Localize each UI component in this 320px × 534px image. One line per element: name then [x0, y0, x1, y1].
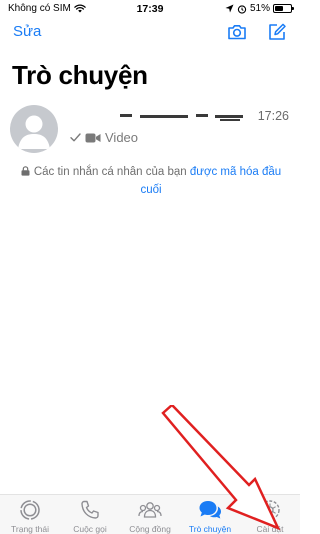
encryption-note: Các tin nhắn cá nhân của bạn được mã hóa…	[20, 163, 282, 199]
lock-icon	[21, 166, 30, 176]
chat-preview-text: Video	[105, 130, 139, 145]
status-bar: Không có SIM 17:39 51%	[0, 0, 300, 20]
battery-percent: 51%	[249, 3, 270, 14]
tab-status[interactable]: Trạng thái	[0, 495, 60, 534]
compose-icon[interactable]	[266, 21, 288, 43]
battery-fill	[275, 6, 283, 11]
phone-icon	[81, 500, 99, 519]
edit-button[interactable]: Sửa	[13, 23, 41, 40]
checkmark-icon	[70, 133, 81, 142]
default-avatar-icon	[18, 115, 50, 149]
page-title: Trò chuyện	[12, 60, 148, 90]
battery-icon	[273, 4, 294, 13]
chat-time: 17:26	[257, 109, 289, 123]
tab-calls-label: Cuộc gọi	[73, 524, 107, 534]
location-icon	[225, 4, 234, 13]
chat-name-redacted	[120, 114, 250, 122]
status-right: 51%	[225, 3, 294, 14]
tab-calls[interactable]: Cuộc gọi	[60, 495, 120, 534]
tab-status-label: Trạng thái	[11, 524, 49, 534]
status-icon	[20, 500, 40, 520]
encryption-text: Các tin nhắn cá nhân của bạn	[33, 166, 190, 178]
alarm-icon	[237, 4, 247, 14]
camera-icon[interactable]	[226, 21, 248, 43]
chat-row[interactable]: 17:26 Video	[0, 100, 300, 160]
avatar	[10, 105, 58, 153]
chat-preview: Video	[70, 130, 138, 145]
video-camera-icon	[85, 133, 101, 142]
annotation-arrow-icon	[161, 405, 281, 531]
